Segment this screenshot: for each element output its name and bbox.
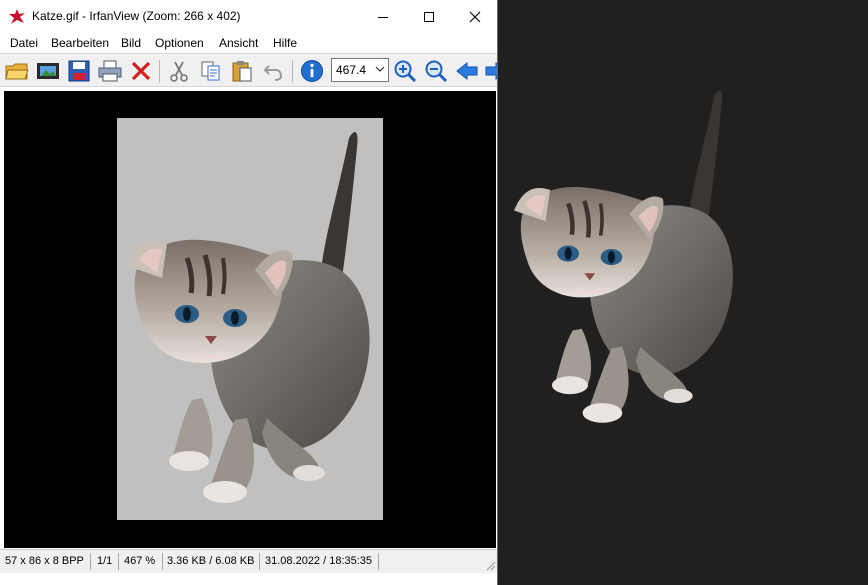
status-zoom: 467 %	[124, 555, 156, 567]
paste-icon	[232, 61, 252, 82]
info-button[interactable]	[299, 58, 325, 84]
menu-optionen[interactable]: Optionen	[155, 36, 204, 50]
window-title: Katze.gif - IrfanView (Zoom: 266 x 402)	[32, 9, 241, 23]
kitten-image	[117, 118, 383, 520]
status-divider	[90, 553, 91, 570]
image-viewport[interactable]	[4, 91, 496, 548]
desktop-kitten-image	[505, 78, 745, 438]
zoom-out-icon	[425, 60, 448, 83]
status-divider	[118, 553, 119, 570]
paste-button[interactable]	[229, 58, 255, 84]
copy-icon	[201, 61, 220, 81]
menu-bar: Datei Bearbeiten Bild Optionen Ansicht H…	[0, 33, 497, 53]
status-divider	[162, 553, 163, 570]
close-button[interactable]	[452, 0, 497, 33]
copy-button[interactable]	[198, 58, 224, 84]
menu-ansicht[interactable]: Ansicht	[219, 36, 258, 50]
previous-button[interactable]	[454, 58, 480, 84]
delete-icon	[131, 61, 151, 81]
next-icon	[485, 61, 497, 81]
status-divider	[378, 553, 379, 570]
status-filesize: 3.36 KB / 6.08 KB	[167, 555, 255, 567]
info-icon	[301, 60, 323, 82]
cut-icon	[170, 61, 188, 82]
menu-bearbeiten[interactable]: Bearbeiten	[51, 36, 109, 50]
open-button[interactable]	[4, 58, 30, 84]
title-bar[interactable]: Katze.gif - IrfanView (Zoom: 266 x 402)	[0, 0, 497, 33]
close-icon	[469, 11, 481, 22]
maximize-icon	[424, 11, 434, 22]
undo-button[interactable]	[260, 58, 286, 84]
minimize-button[interactable]	[360, 0, 406, 33]
print-button[interactable]	[97, 58, 123, 84]
menu-datei[interactable]: Datei	[10, 36, 38, 50]
previous-icon	[456, 61, 478, 81]
zoom-value: 467.4	[336, 63, 367, 77]
status-datetime: 31.08.2022 / 18:35:35	[265, 555, 373, 567]
next-button[interactable]	[484, 58, 497, 84]
chevron-down-icon	[375, 66, 385, 72]
zoom-combobox[interactable]: 467.4	[331, 58, 389, 82]
delete-button[interactable]	[128, 58, 154, 84]
resize-grip-icon[interactable]	[486, 561, 496, 571]
slideshow-button[interactable]	[35, 58, 61, 84]
status-dimensions: 57 x 86 x 8 BPP	[5, 555, 84, 567]
open-folder-icon	[5, 63, 29, 80]
save-icon	[68, 60, 90, 82]
menu-hilfe[interactable]: Hilfe	[273, 36, 297, 50]
zoom-in-button[interactable]	[392, 58, 418, 84]
irfanview-window: Katze.gif - IrfanView (Zoom: 266 x 402) …	[0, 0, 498, 585]
zoom-out-button[interactable]	[423, 58, 449, 84]
status-page: 1/1	[97, 555, 113, 567]
displayed-image	[117, 118, 383, 520]
irfanview-app-icon	[9, 9, 25, 24]
maximize-button[interactable]	[406, 0, 452, 33]
menu-bild[interactable]: Bild	[121, 36, 141, 50]
status-bar: 57 x 86 x 8 BPP 1/1 467 % 3.36 KB / 6.08…	[0, 549, 497, 573]
minimize-icon	[378, 16, 388, 18]
toolbar-separator	[292, 60, 293, 82]
slideshow-icon	[37, 63, 59, 79]
toolbar-separator	[159, 60, 160, 82]
toolbar: 467.4	[0, 53, 497, 87]
status-divider	[259, 553, 260, 570]
zoom-in-icon	[394, 60, 417, 83]
print-icon	[98, 60, 122, 82]
save-button[interactable]	[66, 58, 92, 84]
cut-button[interactable]	[166, 58, 192, 84]
undo-icon	[263, 65, 283, 81]
